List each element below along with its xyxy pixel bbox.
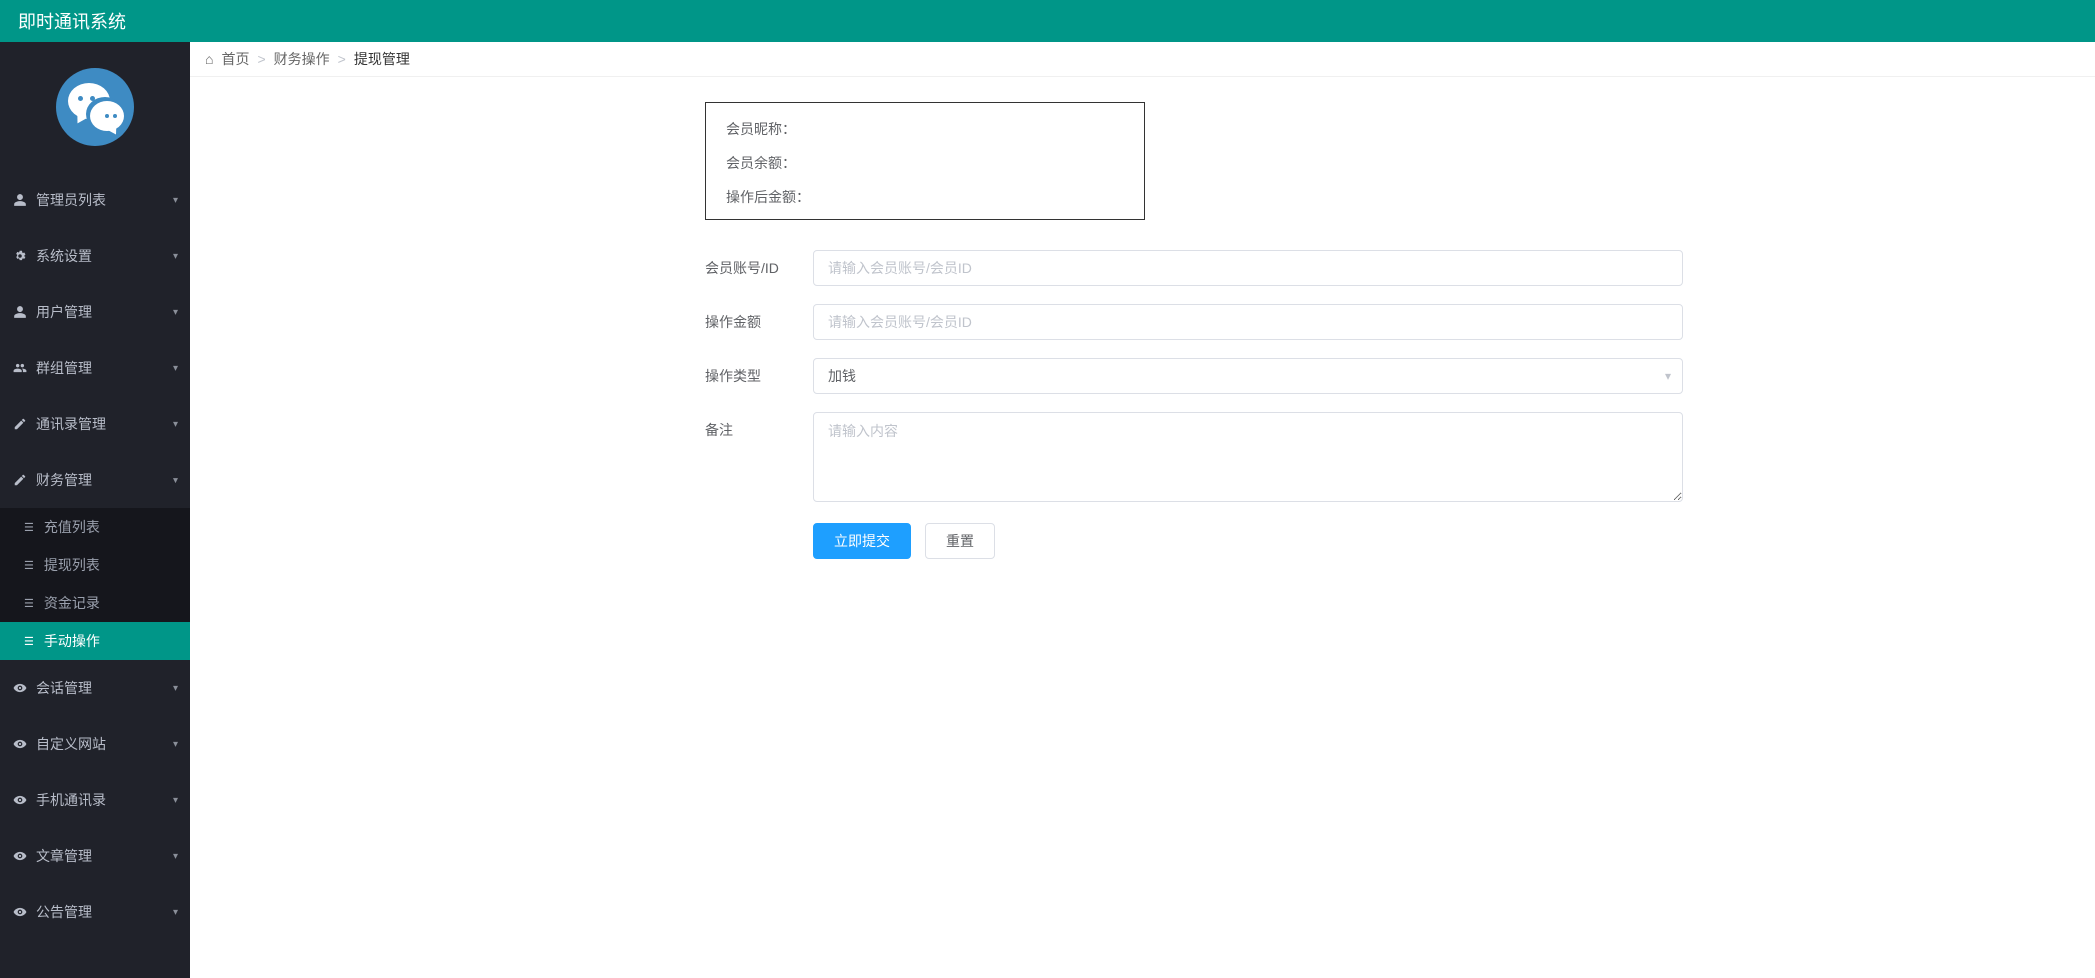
form-row-type: 操作类型 ▾ (705, 358, 2095, 394)
amount-label: 操作金额 (705, 304, 813, 332)
chevron-down-icon: ▾ (173, 251, 178, 262)
user-icon (12, 193, 28, 207)
eye-icon (12, 681, 28, 695)
sidebar-item-label: 群组管理 (36, 358, 92, 378)
list-icon: ☰ (24, 597, 34, 610)
sidebar-item-label: 自定义网站 (36, 734, 106, 754)
sidebar-item-custom-website[interactable]: 自定义网站 ▾ (0, 716, 190, 772)
sidebar-item-admin-list[interactable]: 管理员列表 ▾ (0, 172, 190, 228)
list-icon: ☰ (24, 559, 34, 572)
info-nickname-label: 会员昵称： (726, 119, 1124, 139)
sidebar-item-article-management[interactable]: 文章管理 ▾ (0, 828, 190, 884)
list-icon: ☰ (24, 521, 34, 534)
app-title: 即时通讯系统 (18, 8, 126, 34)
app-logo (56, 68, 134, 146)
finance-subnav: ☰ 充值列表 ☰ 提现列表 ☰ 资金记录 ☰ 手动操作 (0, 508, 190, 660)
sidebar-item-label: 管理员列表 (36, 190, 106, 210)
chevron-down-icon: ▾ (173, 419, 178, 430)
chevron-down-icon: ▾ (173, 739, 178, 750)
breadcrumb-parent[interactable]: 财务操作 (274, 49, 330, 69)
content-area: ⌂ 首页 > 财务操作 > 提现管理 会员昵称： 会员余额： 操作后金额： 会员… (190, 42, 2095, 978)
remark-textarea[interactable] (813, 412, 1683, 502)
eye-icon (12, 793, 28, 807)
account-input[interactable] (813, 250, 1683, 286)
app-header: 即时通讯系统 (0, 0, 2095, 42)
chevron-down-icon: ▾ (173, 683, 178, 694)
type-label: 操作类型 (705, 358, 813, 386)
submit-button[interactable]: 立即提交 (813, 523, 911, 559)
sidebar-item-session-management[interactable]: 会话管理 ▾ (0, 660, 190, 716)
subnav-manual-operation[interactable]: ☰ 手动操作 (0, 622, 190, 660)
sidebar-item-user-management[interactable]: 用户管理 ▾ (0, 284, 190, 340)
subnav-item-label: 充值列表 (44, 517, 100, 537)
sidebar-item-label: 财务管理 (36, 470, 92, 490)
sidebar-item-finance-management[interactable]: 财务管理 ▴ (0, 452, 190, 508)
sidebar-item-label: 通讯录管理 (36, 414, 106, 434)
sidebar-item-label: 用户管理 (36, 302, 92, 322)
subnav-withdraw-list[interactable]: ☰ 提现列表 (0, 546, 190, 584)
chevron-down-icon: ▾ (173, 195, 178, 206)
sidebar-item-label: 会话管理 (36, 678, 92, 698)
sidebar-item-label: 系统设置 (36, 246, 92, 266)
chevron-down-icon: ▾ (173, 907, 178, 918)
sidebar-item-notice-management[interactable]: 公告管理 ▾ (0, 884, 190, 940)
subnav-item-label: 提现列表 (44, 555, 100, 575)
chevron-down-icon: ▾ (173, 363, 178, 374)
sidebar-item-phone-contacts[interactable]: 手机通讯录 ▾ (0, 772, 190, 828)
type-select[interactable] (813, 358, 1683, 394)
subnav-recharge-list[interactable]: ☰ 充值列表 (0, 508, 190, 546)
breadcrumb-sep: > (338, 51, 346, 67)
remark-label: 备注 (705, 412, 813, 440)
list-icon: ☰ (24, 635, 34, 648)
sidebar-item-label: 手机通讯录 (36, 790, 106, 810)
users-icon (12, 361, 28, 375)
chevron-down-icon: ▾ (173, 307, 178, 318)
member-info-box: 会员昵称： 会员余额： 操作后金额： (705, 102, 1145, 220)
gear-icon (12, 249, 28, 263)
form-row-account: 会员账号/ID (705, 250, 2095, 286)
form-row-remark: 备注 (705, 412, 2095, 505)
form-area: 会员昵称： 会员余额： 操作后金额： 会员账号/ID 操作金额 操作类型 (190, 77, 2095, 559)
logo-box (0, 42, 190, 172)
sidebar: 管理员列表 ▾ 系统设置 ▾ 用户管理 ▾ 群组管理 ▾ 通讯录管理 ▾ 财务管… (0, 42, 190, 978)
user-icon (12, 305, 28, 319)
reset-button[interactable]: 重置 (925, 523, 995, 559)
sidebar-item-contacts-management[interactable]: 通讯录管理 ▾ (0, 396, 190, 452)
eye-icon (12, 849, 28, 863)
amount-input[interactable] (813, 304, 1683, 340)
form-actions: 立即提交 重置 (813, 523, 2095, 559)
sidebar-item-label: 公告管理 (36, 902, 92, 922)
sidebar-item-group-management[interactable]: 群组管理 ▾ (0, 340, 190, 396)
account-label: 会员账号/ID (705, 250, 813, 278)
edit-icon (12, 417, 28, 431)
eye-icon (12, 737, 28, 751)
sidebar-item-label: 文章管理 (36, 846, 92, 866)
subnav-item-label: 手动操作 (44, 631, 100, 651)
breadcrumb-sep: > (257, 51, 265, 67)
home-icon: ⌂ (205, 51, 213, 67)
sidebar-item-system-settings[interactable]: 系统设置 ▾ (0, 228, 190, 284)
info-balance-label: 会员余额： (726, 153, 1124, 173)
info-after-label: 操作后金额： (726, 187, 1124, 207)
breadcrumb: ⌂ 首页 > 财务操作 > 提现管理 (190, 42, 2095, 77)
breadcrumb-home[interactable]: 首页 (221, 49, 249, 69)
chevron-down-icon: ▾ (173, 851, 178, 862)
eye-icon (12, 905, 28, 919)
subnav-item-label: 资金记录 (44, 593, 100, 613)
subnav-fund-records[interactable]: ☰ 资金记录 (0, 584, 190, 622)
edit-icon (12, 473, 28, 487)
form-row-amount: 操作金额 (705, 304, 2095, 340)
chevron-up-icon: ▴ (173, 475, 178, 486)
breadcrumb-current: 提现管理 (354, 49, 410, 69)
chevron-down-icon: ▾ (173, 795, 178, 806)
